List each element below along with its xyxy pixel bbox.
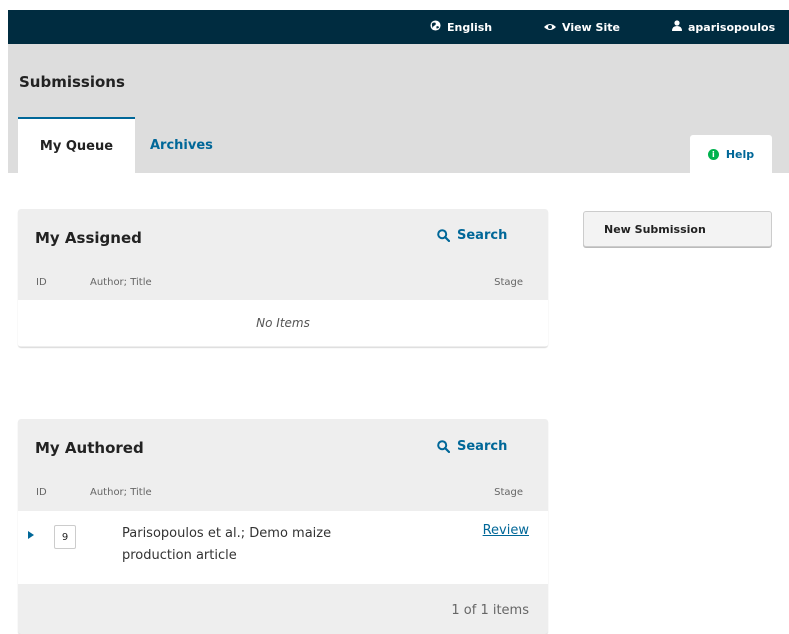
search-icon [437,440,450,453]
help-button[interactable]: i Help [690,135,772,173]
my-assigned-panel: My Assigned Search ID Author; Title Stag… [18,209,548,347]
column-header-stage: Stage [494,277,523,288]
search-icon [437,229,450,242]
help-label: Help [725,147,755,161]
table-row: 9 Parisopoulos et al.; Demo maize produc… [18,511,548,584]
column-header-author-title: Author; Title [90,277,152,288]
search-label: Search [457,439,508,454]
search-label: Search [457,228,508,243]
submission-id: 9 [54,525,76,549]
panel-title: My Assigned [35,229,142,247]
view-site-label: View Site [562,20,620,34]
top-navigation-bar: English View Site aparisopoulos [8,10,789,44]
tab-archives[interactable]: Archives [150,120,213,170]
stage-link[interactable]: Review [483,523,529,538]
panel-title: My Authored [35,439,144,457]
search-button[interactable]: Search [437,439,507,454]
submission-title[interactable]: Parisopoulos et al.; Demo maize producti… [122,523,402,567]
language-menu[interactable]: English [430,10,492,44]
empty-list-message: No Items [18,300,548,346]
eye-icon [544,21,556,34]
user-icon [672,20,682,34]
column-header-stage: Stage [494,487,523,498]
column-header-id: ID [36,487,47,498]
view-site-link[interactable]: View Site [544,10,620,44]
user-menu[interactable]: aparisopoulos [672,10,775,44]
my-authored-panel: My Authored Search ID Author; Title Stag… [18,419,548,634]
language-label: English [447,20,493,34]
tab-my-queue[interactable]: My Queue [18,117,135,173]
column-header-id: ID [36,277,47,288]
pagination-info: 1 of 1 items [451,603,529,618]
globe-icon [430,20,441,34]
page-title: Submissions [19,73,125,91]
column-header-author-title: Author; Title [90,487,152,498]
new-submission-button[interactable]: New Submission [583,211,772,247]
info-icon: i [707,148,719,160]
search-button[interactable]: Search [437,228,507,243]
username-label: aparisopoulos [688,20,776,34]
expand-arrow-icon[interactable] [28,531,34,539]
